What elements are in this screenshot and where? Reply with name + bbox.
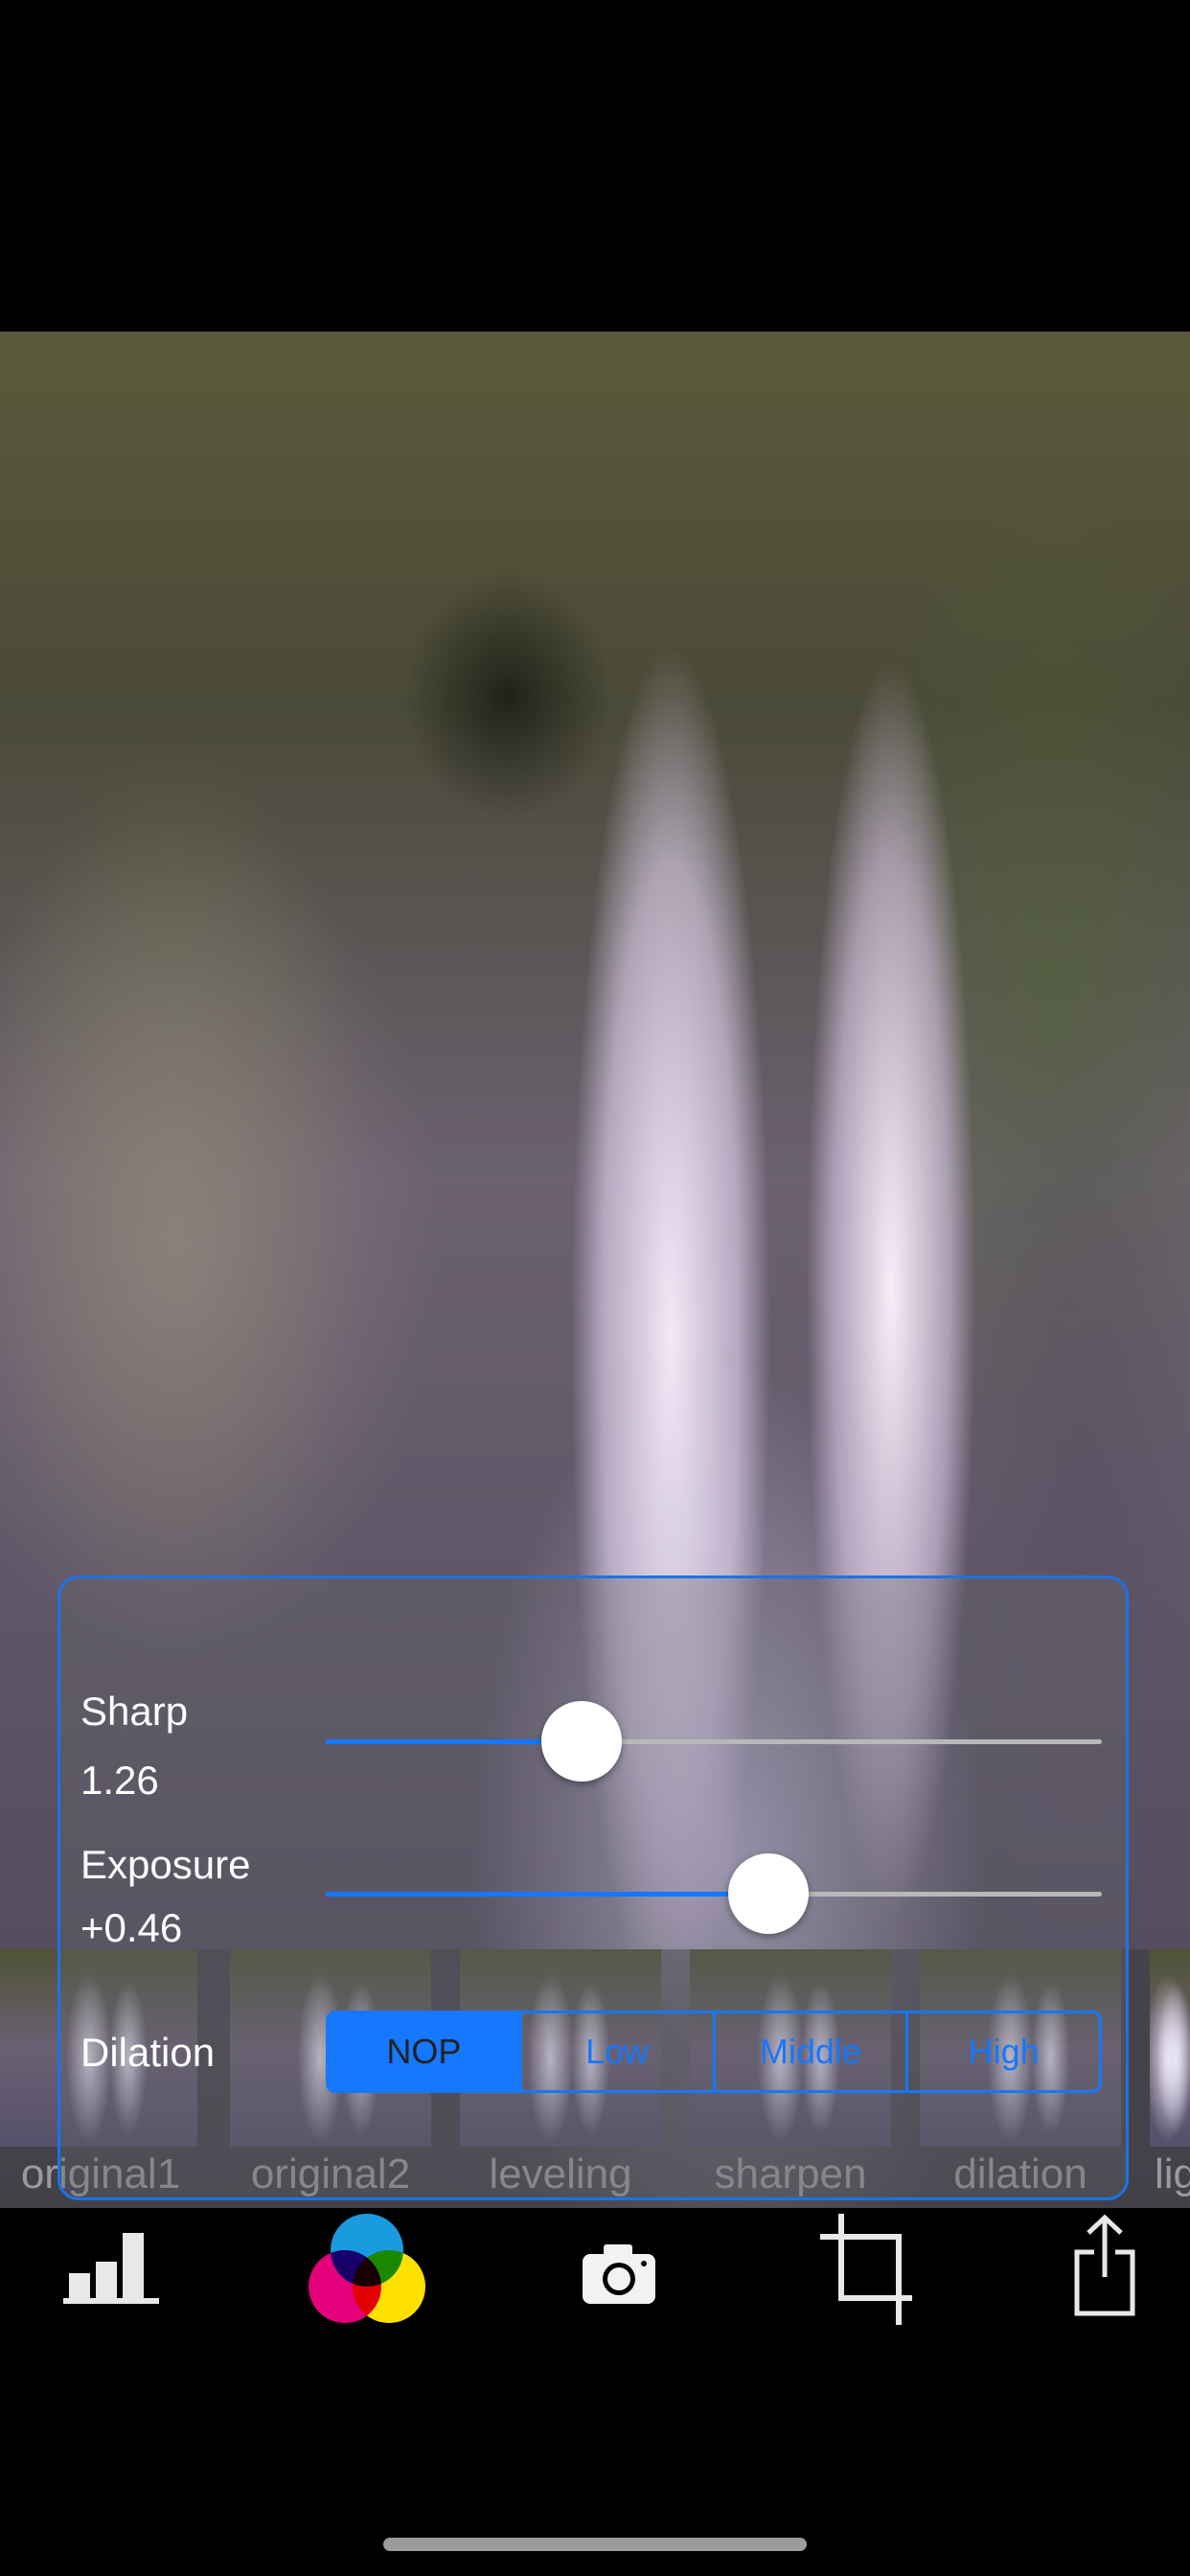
exposure-slider-thumb[interactable]: [727, 1853, 809, 1934]
sharp-slider-thumb[interactable]: [541, 1701, 623, 1782]
dilation-option-high[interactable]: High: [905, 2013, 1099, 2090]
thumbnail-lig[interactable]: [1150, 1949, 1190, 2147]
sharp-label: Sharp: [80, 1689, 189, 1734]
cliff-shadow: [402, 571, 613, 820]
share-icon[interactable]: [1071, 2214, 1177, 2316]
histogram-icon[interactable]: [61, 2223, 167, 2319]
exposure-slider[interactable]: [326, 1892, 1102, 1897]
thumbnail-label: lig: [1155, 2150, 1190, 2197]
exposure-label: Exposure: [80, 1842, 251, 1887]
dilation-option-middle[interactable]: Middle: [712, 2013, 906, 2090]
dilation-label: Dilation: [80, 2030, 216, 2075]
dilation-option-low[interactable]: Low: [518, 2013, 713, 2090]
rock-texture: [0, 811, 441, 1673]
dilation-segmented-control[interactable]: NOP Low Middle High: [326, 2011, 1102, 2093]
bottom-toolbar: [0, 2208, 1190, 2333]
exposure-slider-fill: [326, 1892, 768, 1897]
dilation-option-nop[interactable]: NOP: [329, 2013, 519, 2090]
sharp-slider[interactable]: [326, 1739, 1102, 1744]
sharp-value: 1.26: [80, 1758, 159, 1803]
camera-icon[interactable]: [577, 2223, 682, 2319]
home-indicator[interactable]: [383, 2538, 807, 2551]
adjustment-panel: [57, 1576, 1129, 2200]
color-filter-icon[interactable]: [307, 2210, 427, 2331]
exposure-value: +0.46: [80, 1905, 183, 1950]
crop-icon[interactable]: [820, 2214, 926, 2327]
